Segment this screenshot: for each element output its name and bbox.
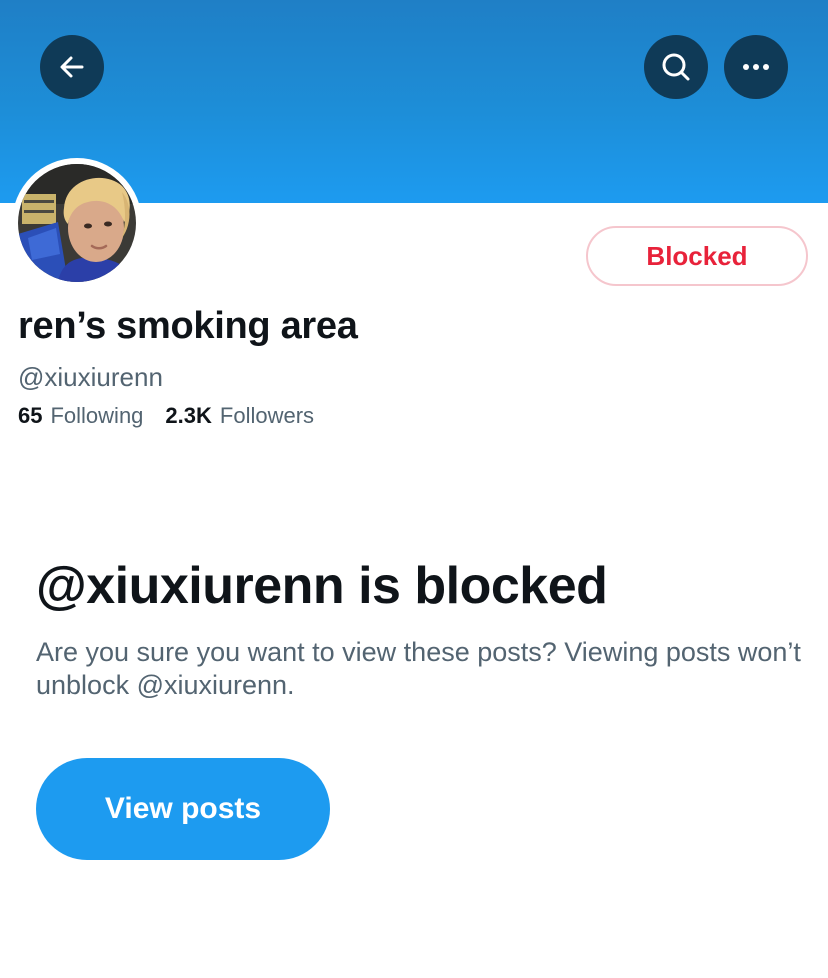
avatar[interactable] [18, 164, 136, 282]
following-label: Following [50, 403, 144, 428]
profile-handle: @xiuxiurenn [18, 362, 163, 392]
blocked-description: Are you sure you want to view these post… [36, 637, 801, 700]
following-link[interactable]: 65 Following [18, 403, 143, 429]
display-name: ren’s smoking area [18, 305, 358, 347]
search-button[interactable] [644, 35, 708, 99]
arrow-left-icon [60, 56, 84, 78]
blocked-heading: @xiuxiurenn is blocked [36, 557, 608, 615]
search-icon [662, 53, 690, 81]
profile-banner [0, 0, 828, 203]
following-count: 65 [18, 403, 43, 428]
profile-stats: 65 Following 2.3K Followers [18, 403, 314, 429]
back-button[interactable] [40, 35, 104, 99]
followers-link[interactable]: 2.3K Followers [165, 403, 314, 429]
profile-page: Blocked ren’s smoking area @xiuxiurenn 6… [0, 0, 828, 978]
more-button[interactable] [724, 35, 788, 99]
avatar-photo [18, 164, 136, 282]
followers-label: Followers [219, 403, 315, 428]
followers-count: 2.3K [165, 403, 212, 428]
more-horizontal-icon [743, 64, 769, 70]
view-posts-button[interactable]: View posts [36, 758, 330, 860]
blocked-button[interactable]: Blocked [586, 226, 808, 286]
